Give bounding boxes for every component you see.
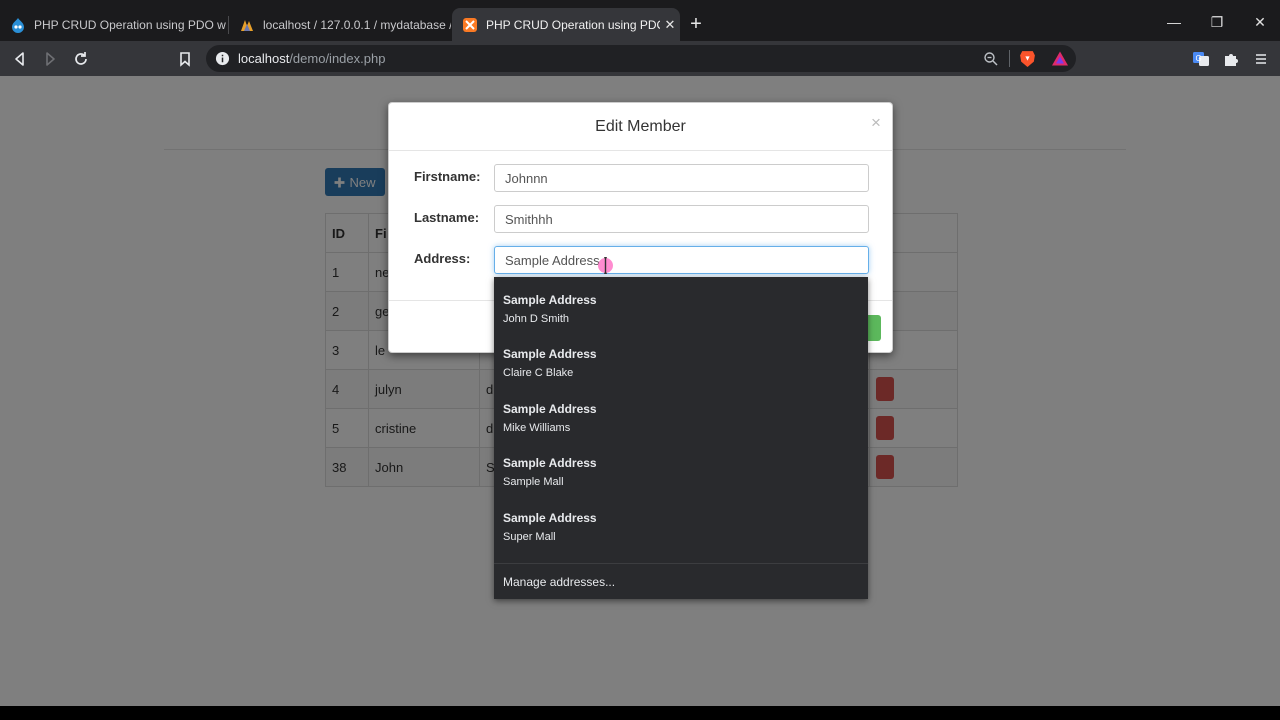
modal-close-button[interactable]: × [869, 113, 883, 133]
address-label: Address: [414, 251, 471, 266]
lastname-input[interactable] [494, 205, 869, 233]
tab-close-icon[interactable]: ✕ [660, 17, 680, 33]
suggestion-name: Super Mall [503, 531, 556, 543]
suggestion-name: Sample Mall [503, 476, 564, 488]
xampp-favicon-icon [463, 17, 477, 32]
autofill-suggestion[interactable]: Sample Address Claire C Blake [503, 347, 863, 391]
text-cursor-icon [604, 257, 607, 274]
url-text: localhost/demo/index.php [238, 51, 385, 66]
brave-shield-icon[interactable] [1019, 49, 1036, 68]
autofill-suggestion[interactable]: Sample Address Mike Williams [503, 402, 863, 446]
manage-addresses-link[interactable]: Manage addresses... [503, 575, 615, 589]
address-input[interactable] [494, 246, 869, 274]
suggestion-address: Sample Address [503, 347, 597, 361]
zoom-icon[interactable] [983, 51, 999, 67]
autofill-divider [494, 563, 868, 564]
tab-phpmyadmin[interactable]: localhost / 127.0.0.1 / mydatabase / m [229, 8, 451, 41]
screen: PHP CRUD Operation using PDO with localh… [0, 0, 1280, 720]
translate-icon[interactable]: G [1191, 49, 1211, 69]
suggestion-address: Sample Address [503, 456, 597, 470]
suggestion-name: Claire C Blake [503, 367, 574, 379]
reload-icon[interactable] [71, 49, 91, 69]
suggestion-address: Sample Address [503, 511, 597, 525]
tab-title: localhost / 127.0.0.1 / mydatabase / m [263, 17, 451, 32]
phpmyadmin-favicon-icon [241, 19, 253, 31]
tab-crud-pdo-active[interactable]: PHP CRUD Operation using PDO ✕ [452, 8, 680, 41]
svg-text:G: G [1196, 54, 1202, 63]
menu-icon[interactable] [1251, 49, 1271, 69]
back-icon[interactable] [10, 49, 30, 69]
restore-button[interactable]: ❐ [1207, 12, 1227, 32]
modal-title: Edit Member [595, 118, 686, 135]
address-autofill-dropdown: Sample Address John D Smith Sample Addre… [494, 277, 868, 599]
autofill-suggestion[interactable]: Sample Address Sample Mall [503, 456, 863, 500]
firstname-input[interactable] [494, 164, 869, 192]
url-path: /demo/index.php [289, 51, 386, 66]
omnibox-divider [1009, 50, 1010, 67]
new-tab-button[interactable]: + [686, 14, 706, 34]
window-close-button[interactable]: ✕ [1250, 12, 1270, 32]
info-icon[interactable] [215, 51, 230, 66]
tab-crud-pdo-1[interactable]: PHP CRUD Operation using PDO with [0, 8, 226, 41]
suggestion-address: Sample Address [503, 293, 597, 307]
extensions-icon[interactable] [1221, 49, 1241, 69]
browser-tab-bar: PHP CRUD Operation using PDO with localh… [0, 0, 1280, 41]
browser-toolbar: localhost/demo/index.php G [0, 41, 1280, 76]
drupal-favicon-icon [12, 17, 24, 33]
autofill-suggestion[interactable]: Sample Address Super Mall [503, 511, 863, 555]
url-host: localhost [238, 51, 290, 66]
lastname-label: Lastname: [414, 210, 480, 225]
autofill-suggestion[interactable]: Sample Address John D Smith [503, 293, 863, 337]
suggestion-address: Sample Address [503, 402, 597, 416]
address-bar[interactable]: localhost/demo/index.php [206, 45, 1076, 72]
bookmark-icon[interactable] [175, 49, 195, 69]
tab-title: PHP CRUD Operation using PDO with [34, 17, 226, 32]
brave-rewards-icon[interactable] [1051, 50, 1069, 67]
minimize-button[interactable]: — [1164, 12, 1184, 32]
firstname-label: Firstname: [414, 169, 481, 184]
tab-title: PHP CRUD Operation using PDO [486, 17, 660, 32]
suggestion-name: John D Smith [503, 313, 570, 325]
modal-header: Edit Member × [389, 103, 892, 151]
suggestion-name: Mike Williams [503, 422, 571, 434]
bottom-strip [0, 706, 1280, 720]
forward-icon[interactable] [40, 49, 60, 69]
